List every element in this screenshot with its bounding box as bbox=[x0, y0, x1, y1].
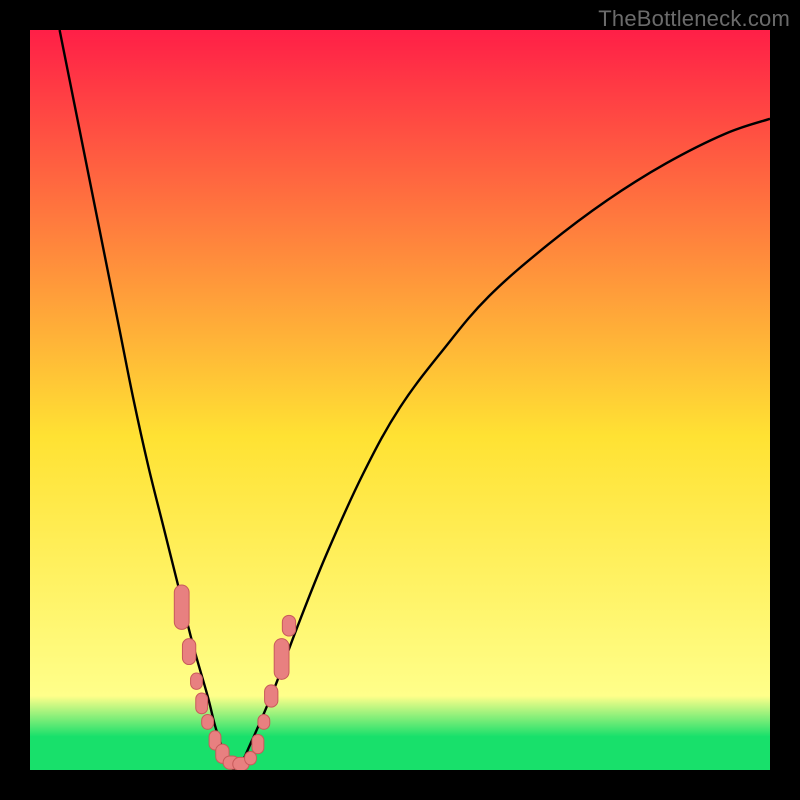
data-marker bbox=[258, 715, 270, 730]
data-marker bbox=[252, 734, 264, 753]
watermark-text: TheBottleneck.com bbox=[598, 6, 790, 32]
data-markers bbox=[30, 30, 770, 770]
data-marker bbox=[265, 685, 278, 707]
data-marker bbox=[182, 639, 195, 665]
data-marker bbox=[282, 615, 295, 636]
frame: TheBottleneck.com bbox=[0, 0, 800, 800]
data-marker bbox=[196, 693, 208, 714]
data-marker bbox=[174, 585, 189, 629]
data-marker bbox=[274, 639, 289, 680]
data-marker bbox=[202, 715, 214, 730]
plot-area bbox=[30, 30, 770, 770]
data-marker bbox=[191, 673, 203, 689]
data-marker bbox=[245, 752, 257, 765]
